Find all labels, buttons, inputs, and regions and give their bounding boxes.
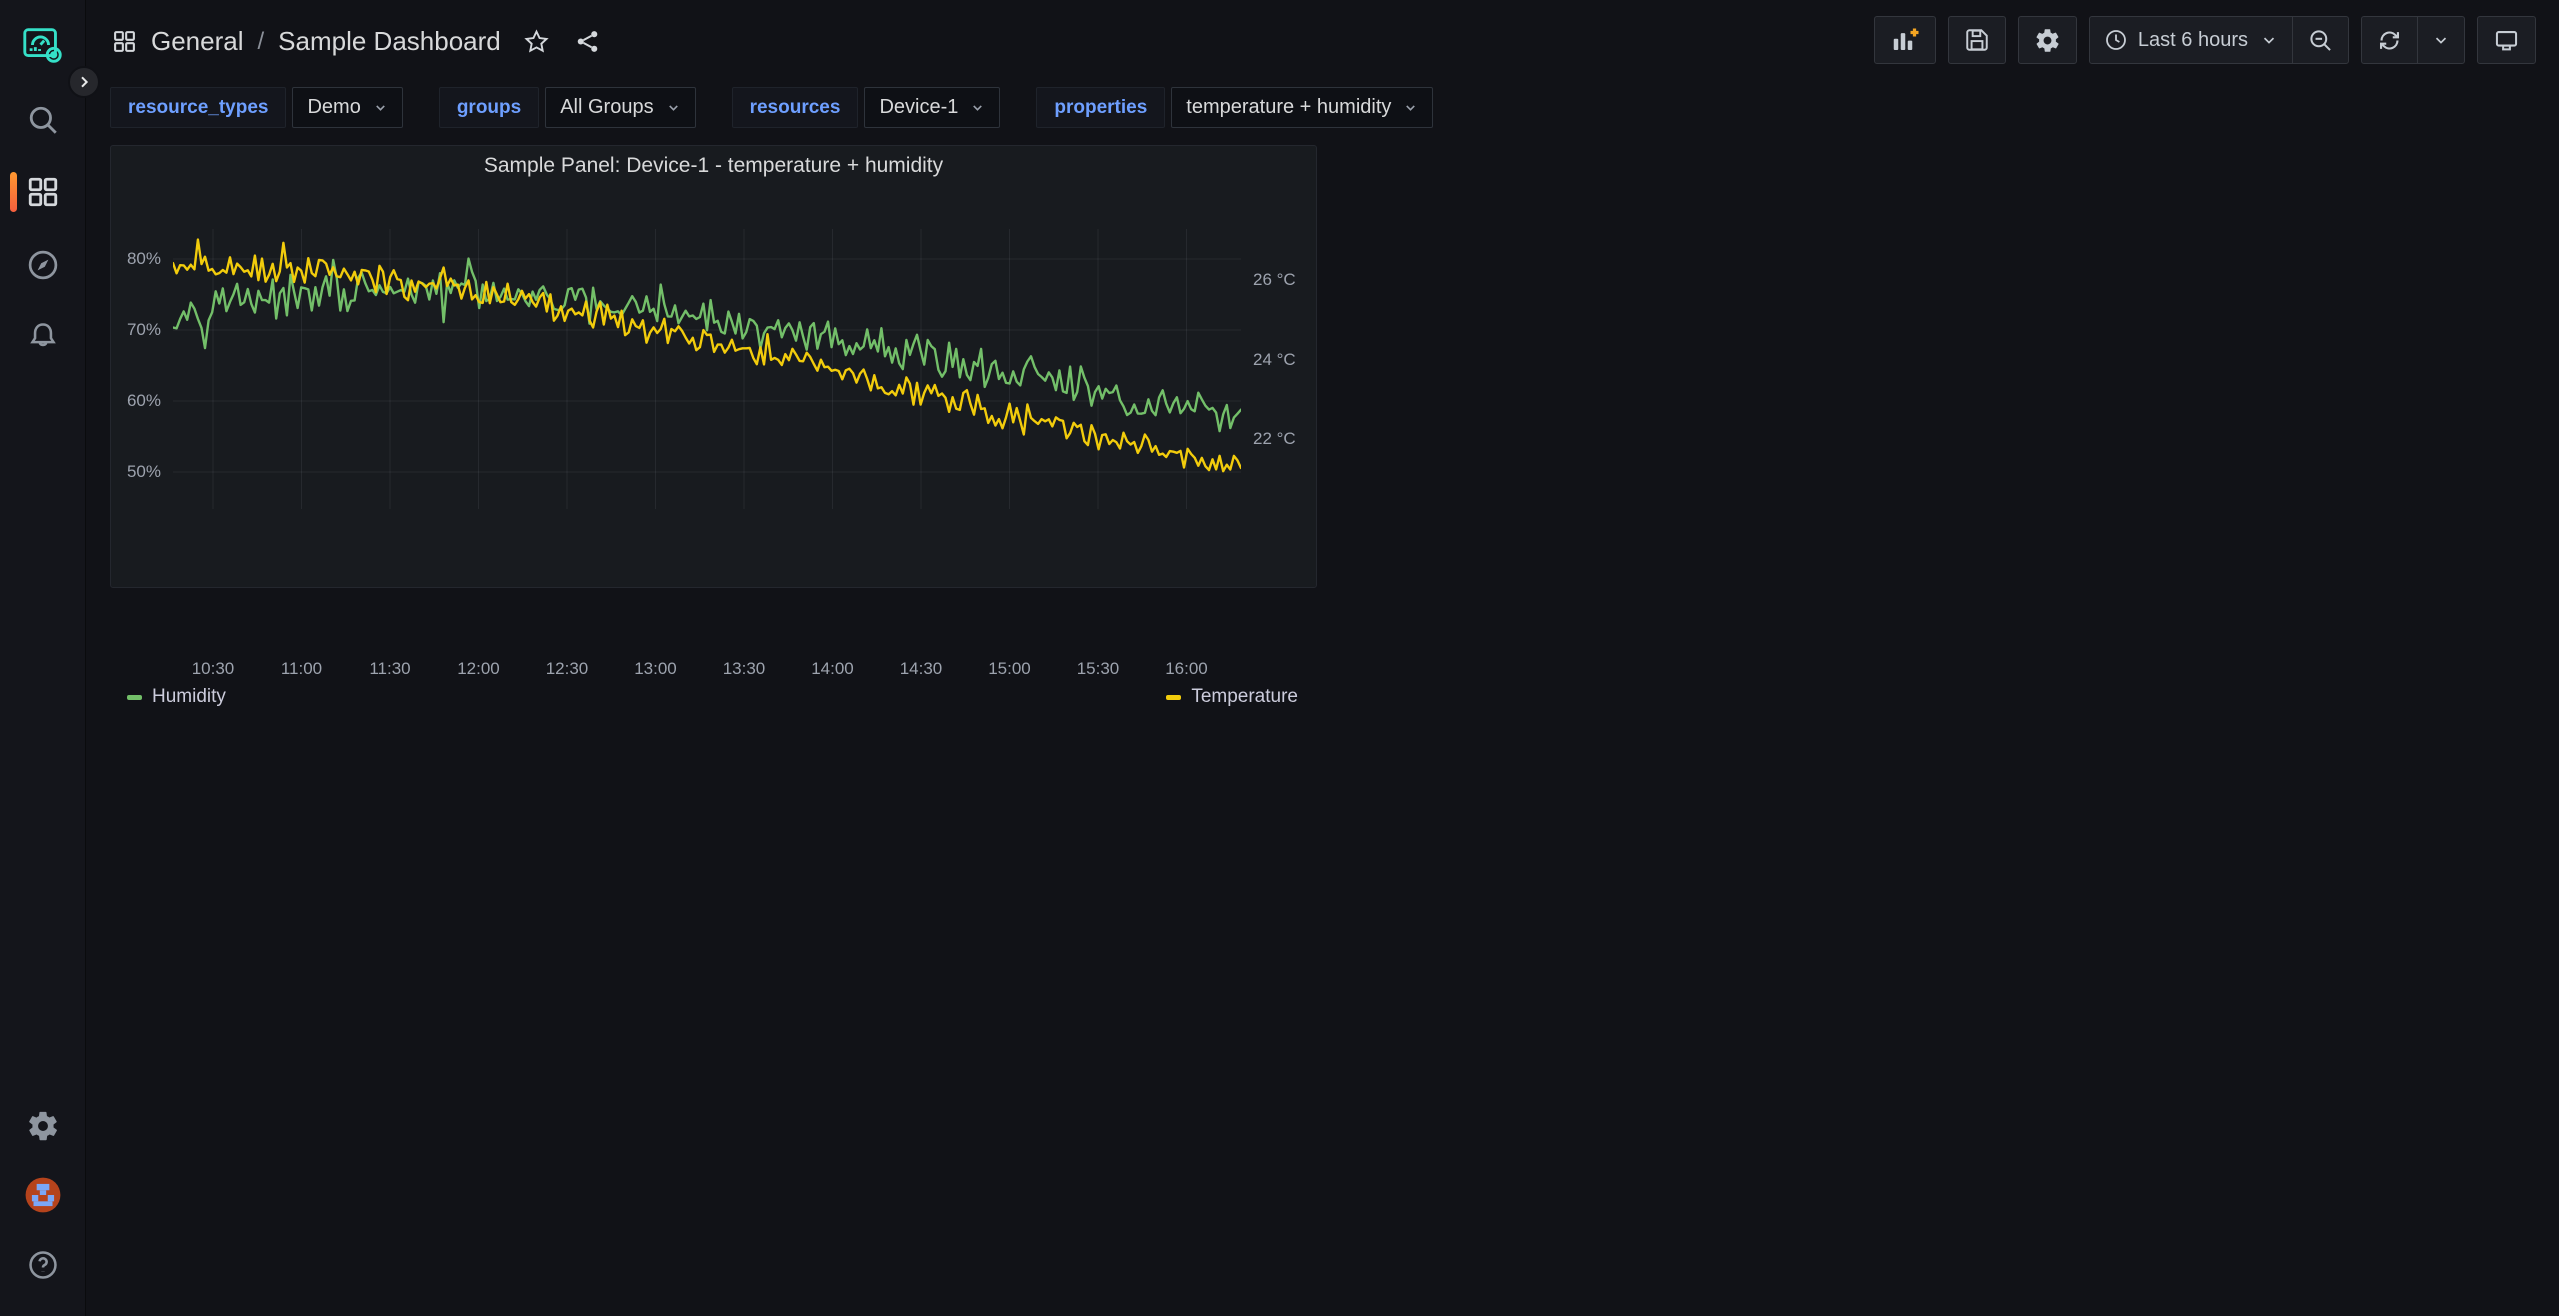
sidebar-item-help[interactable]	[0, 1235, 86, 1295]
chevron-down-icon	[970, 100, 985, 115]
sidebar-item-explore[interactable]	[0, 235, 86, 295]
avatar	[24, 1176, 62, 1214]
bell-icon	[26, 320, 60, 354]
x-axis-tick-label: 13:00	[616, 659, 696, 679]
legend-label: Humidity	[152, 686, 226, 708]
variable-selected-value: All Groups	[560, 96, 653, 119]
variable-label: resource_types	[110, 87, 286, 128]
question-circle-icon	[26, 1248, 60, 1282]
chart-legend: Humidity Temperature	[127, 686, 1298, 708]
x-axis-tick-label: 11:00	[262, 659, 342, 679]
legend-label: Temperature	[1191, 686, 1298, 708]
y-axis-tick-label: 80%	[101, 249, 161, 269]
variable-resources: resources Device-1	[732, 87, 1001, 128]
x-axis-tick-label: 10:30	[173, 659, 253, 679]
sidebar-item-settings[interactable]	[0, 1096, 86, 1156]
breadcrumb-dashboard-title[interactable]: Sample Dashboard	[278, 26, 501, 57]
y-axis-tick-label: 50%	[101, 462, 161, 482]
legend-swatch	[1166, 695, 1181, 700]
variable-resource-types: resource_types Demo	[110, 87, 403, 128]
legend-item-humidity[interactable]: Humidity	[127, 686, 226, 708]
add-panel-button[interactable]	[1874, 16, 1936, 64]
y-axis-tick-label: 22 °C	[1253, 429, 1323, 449]
zoom-out-icon	[2307, 27, 2334, 54]
sidebar-item-profile[interactable]	[0, 1165, 86, 1225]
clock-icon	[2104, 28, 2128, 52]
x-axis-tick-label: 12:00	[439, 659, 519, 679]
sidebar-item-alerting[interactable]	[0, 307, 86, 367]
sidebar-item-search[interactable]	[0, 90, 86, 150]
search-icon	[26, 103, 60, 137]
chevron-down-icon	[666, 100, 681, 115]
variable-properties: properties temperature + humidity	[1036, 87, 1433, 128]
variable-value-dropdown[interactable]: Device-1	[864, 87, 1000, 128]
time-range-picker[interactable]: Last 6 hours	[2090, 17, 2292, 63]
refresh-controls	[2361, 16, 2465, 64]
breadcrumb-folder[interactable]: General	[151, 26, 244, 57]
chevron-down-icon	[373, 100, 388, 115]
x-axis-tick-label: 16:00	[1147, 659, 1227, 679]
y-axis-tick-label: 24 °C	[1253, 350, 1323, 370]
refresh-icon	[2376, 27, 2403, 54]
x-axis-tick-label: 12:30	[527, 659, 607, 679]
time-controls: Last 6 hours	[2089, 16, 2349, 64]
star-icon[interactable]	[523, 28, 550, 55]
dashboard-settings-button[interactable]	[2018, 16, 2077, 64]
apps-grid-icon	[112, 29, 137, 54]
variable-label: groups	[439, 87, 539, 128]
chevron-down-icon	[2432, 31, 2450, 49]
share-icon[interactable]	[574, 28, 601, 55]
y-axis-tick-label: 70%	[101, 320, 161, 340]
legend-swatch	[127, 695, 142, 700]
x-axis-tick-label: 15:30	[1058, 659, 1138, 679]
refresh-interval-dropdown[interactable]	[2417, 17, 2464, 63]
variable-value-dropdown[interactable]: temperature + humidity	[1171, 87, 1433, 128]
add-panel-icon	[1890, 25, 1920, 55]
app-logo[interactable]	[0, 16, 86, 76]
apps-grid-icon	[26, 175, 60, 209]
save-icon	[1964, 27, 1990, 53]
time-range-label: Last 6 hours	[2138, 29, 2248, 52]
variable-selected-value: Demo	[307, 96, 360, 119]
chart-plot-area[interactable]	[173, 229, 1241, 509]
dashboard-toolbar: Last 6 hours	[1874, 16, 2536, 64]
variable-groups: groups All Groups	[439, 87, 696, 128]
gear-icon	[26, 1109, 60, 1143]
variable-value-dropdown[interactable]: Demo	[292, 87, 402, 128]
monitor-icon	[2493, 27, 2520, 54]
x-axis-tick-label: 11:30	[350, 659, 430, 679]
x-axis-tick-label: 13:30	[704, 659, 784, 679]
sidebar-expand-button[interactable]	[68, 66, 100, 98]
sidebar	[0, 0, 86, 1316]
zoom-out-button[interactable]	[2292, 17, 2348, 63]
chevron-down-icon	[2260, 31, 2278, 49]
tv-mode-button[interactable]	[2477, 16, 2536, 64]
x-axis-tick-label: 15:00	[970, 659, 1050, 679]
panel-title[interactable]: Sample Panel: Device-1 - temperature + h…	[111, 154, 1316, 178]
variable-value-dropdown[interactable]: All Groups	[545, 87, 695, 128]
app-logo-icon	[20, 23, 66, 69]
compass-icon	[25, 247, 61, 283]
timeseries-chart	[173, 229, 1241, 509]
variable-label: resources	[732, 87, 859, 128]
x-axis-tick-label: 14:30	[881, 659, 961, 679]
legend-item-temperature[interactable]: Temperature	[1166, 686, 1298, 708]
timeseries-panel: Sample Panel: Device-1 - temperature + h…	[110, 145, 1317, 588]
sidebar-item-dashboards[interactable]	[0, 162, 86, 222]
x-axis-tick-label: 14:00	[793, 659, 873, 679]
y-axis-tick-label: 60%	[101, 391, 161, 411]
y-axis-tick-label: 26 °C	[1253, 270, 1323, 290]
breadcrumb-separator: /	[258, 28, 265, 56]
refresh-button[interactable]	[2362, 17, 2417, 63]
chevron-right-icon	[76, 74, 92, 90]
variable-selected-value: temperature + humidity	[1186, 96, 1391, 119]
variable-selected-value: Device-1	[879, 96, 958, 119]
breadcrumb: General / Sample Dashboard	[112, 26, 601, 57]
dashboard-header: General / Sample Dashboard	[86, 0, 2559, 70]
variable-label: properties	[1036, 87, 1165, 128]
dashboard-variables: resource_types Demo groups All Groups re…	[110, 87, 1433, 128]
gear-icon	[2034, 27, 2061, 54]
chevron-down-icon	[1403, 100, 1418, 115]
save-dashboard-button[interactable]	[1948, 16, 2006, 64]
